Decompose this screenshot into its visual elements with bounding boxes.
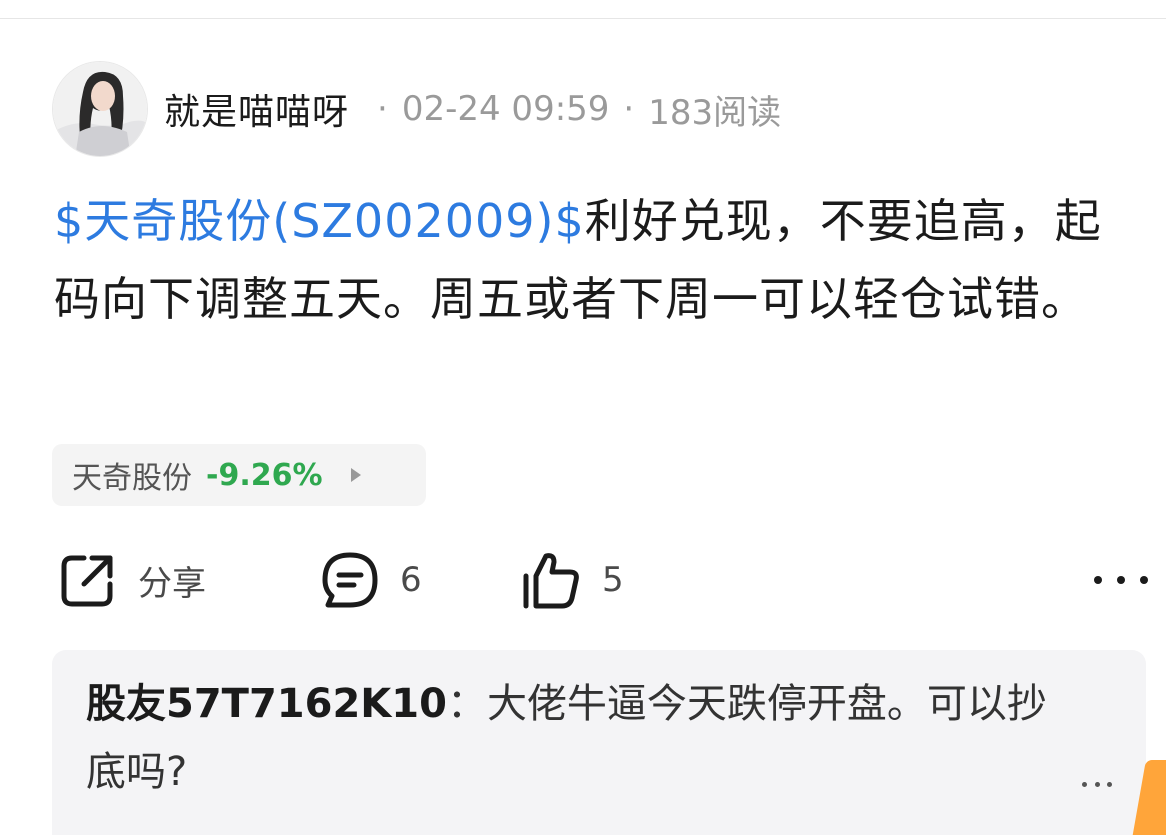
top-divider bbox=[0, 18, 1166, 19]
share-icon bbox=[61, 555, 113, 607]
stock-chip[interactable]: 天奇股份 -9.26% bbox=[52, 444, 426, 506]
comment-count: 6 bbox=[400, 560, 422, 600]
read-count: 183阅读 bbox=[648, 92, 782, 133]
like-count: 5 bbox=[602, 560, 624, 600]
stock-chip-change: -9.26% bbox=[206, 457, 323, 493]
more-icon bbox=[1140, 576, 1148, 584]
post-meta: · 02-24 09:59 · 183阅读 bbox=[363, 85, 781, 134]
comment-more-button[interactable] bbox=[1082, 778, 1112, 790]
post-detail-page: 就是喵喵呀 · 02-24 09:59 · 183阅读 $天奇股份(SZ0020… bbox=[0, 0, 1166, 835]
chevron-right-icon bbox=[350, 468, 361, 482]
comment-icon bbox=[322, 552, 378, 608]
thumbs-up-icon bbox=[523, 553, 579, 609]
comment-preview[interactable]: 股友57T7162K10：大佬牛逼今天跌停开盘。可以抄底吗? bbox=[52, 650, 1146, 835]
more-icon bbox=[1094, 576, 1102, 584]
more-icon bbox=[1107, 781, 1112, 787]
stock-chip-name: 天奇股份 bbox=[72, 461, 192, 496]
more-icon bbox=[1082, 781, 1087, 787]
meta-separator: · bbox=[377, 89, 388, 129]
more-icon bbox=[1094, 781, 1100, 787]
more-icon bbox=[1117, 576, 1125, 584]
like-button[interactable]: 5 bbox=[522, 548, 624, 612]
comment-separator: ： bbox=[446, 681, 487, 727]
post-date: 02-24 09:59 bbox=[401, 89, 610, 129]
comment-username[interactable]: 股友57T7162K10 bbox=[86, 681, 447, 727]
share-label: 分享 bbox=[138, 563, 206, 604]
comment-button[interactable]: 6 bbox=[320, 548, 422, 612]
post-body: $天奇股份(SZ002009)$利好兑现，不要追高，起码向下调整五天。周五或者下… bbox=[54, 182, 1114, 338]
stock-tag-link[interactable]: $天奇股份(SZ002009)$ bbox=[54, 194, 585, 248]
more-button[interactable] bbox=[1094, 562, 1148, 598]
author-name[interactable]: 就是喵喵呀 bbox=[164, 83, 349, 135]
avatar[interactable] bbox=[52, 61, 148, 157]
action-bar: 分享 6 5 bbox=[58, 548, 1148, 612]
author-row: 就是喵喵呀 · 02-24 09:59 · 183阅读 bbox=[52, 60, 781, 158]
meta-separator: · bbox=[623, 89, 635, 129]
comment-text-block: 股友57T7162K10：大佬牛逼今天跌停开盘。可以抄底吗? bbox=[86, 670, 1076, 806]
share-button[interactable]: 分享 bbox=[58, 548, 206, 612]
